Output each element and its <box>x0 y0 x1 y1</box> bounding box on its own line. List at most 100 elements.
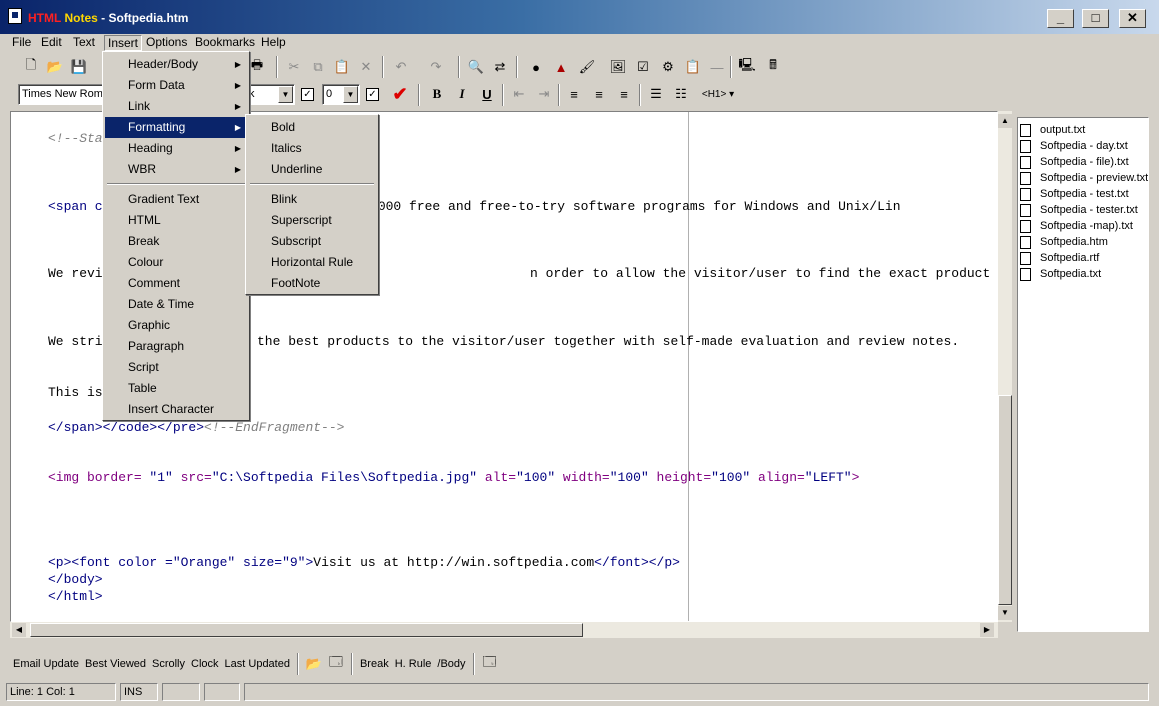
bookmark-pin-icon[interactable]: ● <box>525 56 547 78</box>
tools-icon[interactable]: ⚙ <box>657 56 679 78</box>
list-item[interactable]: output.txt <box>1020 122 1085 138</box>
h-rule-button[interactable]: H. Rule <box>392 658 435 670</box>
list-item[interactable]: Softpedia.rtf <box>1020 250 1099 266</box>
email-update-button[interactable]: Email Update <box>10 658 82 670</box>
color-checkbox[interactable]: ✓ <box>301 88 314 101</box>
font-name-select[interactable]: Times New Roman <box>18 84 104 105</box>
chevron-down-icon[interactable]: ▼ <box>343 86 358 103</box>
italic-button[interactable]: I <box>451 83 473 105</box>
list-item[interactable]: Softpedia.htm <box>1020 234 1108 250</box>
menu-item-blink[interactable]: Blink <box>248 189 376 210</box>
menu-item-date-time[interactable]: Date & Time <box>105 294 247 315</box>
form-icon[interactable]: ☑ <box>632 56 654 78</box>
menu-item-wbr[interactable]: WBR ▶ <box>105 159 247 180</box>
best-viewed-button[interactable]: Best Viewed <box>82 658 149 670</box>
horizontal-scroll-thumb[interactable] <box>30 623 583 637</box>
list-item[interactable]: Softpedia - day.txt <box>1020 138 1128 154</box>
menu-insert[interactable]: Insert <box>104 35 143 51</box>
paste-icon[interactable]: 📋 <box>331 56 353 78</box>
scroll-right-icon[interactable]: ▶ <box>980 623 994 637</box>
find-icon[interactable]: 🔍 <box>465 56 487 78</box>
menu-item-colour[interactable]: Colour <box>105 252 247 273</box>
list-item[interactable]: Softpedia - file).txt <box>1020 154 1129 170</box>
menu-item-break[interactable]: Break <box>105 231 247 252</box>
last-updated-button[interactable]: Last Updated <box>222 658 293 670</box>
align-right-icon[interactable]: ≡ <box>613 83 635 105</box>
menu-item-script[interactable]: Script <box>105 357 247 378</box>
bold-button[interactable]: B <box>426 83 448 105</box>
menu-edit[interactable]: Edit <box>38 35 65 51</box>
apply-font-icon[interactable]: ✔ <box>389 83 411 105</box>
close-button[interactable]: ✕ <box>1119 9 1146 28</box>
menu-item-heading[interactable]: Heading ▶ <box>105 138 247 159</box>
font-color-select[interactable]: k ▼ <box>245 84 295 105</box>
align-center-icon[interactable]: ≡ <box>588 83 610 105</box>
menu-item-subscript[interactable]: Subscript <box>248 231 376 252</box>
open-folder-icon[interactable]: 📂 <box>44 56 66 78</box>
menu-item-gradient-text[interactable]: Gradient Text <box>105 189 247 210</box>
close-body-button[interactable]: /Body <box>434 658 468 670</box>
list-item[interactable]: Softpedia -map).txt <box>1020 218 1133 234</box>
clock-button[interactable]: Clock <box>188 658 222 670</box>
save-icon[interactable]: 💾 <box>68 56 90 78</box>
calculator-icon[interactable]: 🖩 <box>762 56 784 78</box>
scroll-left-icon[interactable]: ◀ <box>12 623 26 637</box>
menu-bookmarks[interactable]: Bookmarks <box>192 35 258 51</box>
menu-file[interactable]: File <box>9 35 34 51</box>
scroll-down-icon[interactable]: ▼ <box>998 606 1012 620</box>
break-button[interactable]: Break <box>357 658 392 670</box>
font-size-select[interactable]: 0 ▼ <box>322 84 360 105</box>
indent-icon[interactable]: ⇥ <box>533 83 555 105</box>
menu-item-link[interactable]: Link ▶ <box>105 96 247 117</box>
image-icon[interactable]: 🖼 <box>607 56 629 78</box>
new-file-icon[interactable]: 🗋 <box>20 56 42 78</box>
list-item[interactable]: Softpedia - test.txt <box>1020 186 1129 202</box>
clipboard-check-icon[interactable]: 📋 <box>682 56 704 78</box>
brush-icon[interactable]: 🖌 <box>576 56 598 78</box>
menu-options[interactable]: Options <box>143 35 190 51</box>
menu-item-graphic[interactable]: Graphic <box>105 315 247 336</box>
menu-item-insert-character[interactable]: Insert Character <box>105 399 247 420</box>
app-icon[interactable] <box>8 8 22 24</box>
vertical-scroll-thumb[interactable] <box>998 395 1012 605</box>
properties-icon[interactable]: 🗔 <box>479 653 501 675</box>
outdent-icon[interactable]: ⇤ <box>508 83 530 105</box>
properties-icon[interactable]: 🗔 <box>325 653 347 675</box>
menu-item-formatting[interactable]: Formatting ▶ <box>105 117 247 138</box>
minimize-button[interactable]: _ <box>1047 9 1074 28</box>
list-item[interactable]: Softpedia - preview.txt <box>1020 170 1148 186</box>
menu-item-italics[interactable]: Italics <box>248 138 376 159</box>
bookmark-clear-icon[interactable]: ▲ <box>550 56 572 78</box>
menu-item-underline[interactable]: Underline <box>248 159 376 180</box>
list-item[interactable]: Softpedia - tester.txt <box>1020 202 1138 218</box>
bullet-list-icon[interactable]: ☷ <box>670 83 692 105</box>
menu-item-superscript[interactable]: Superscript <box>248 210 376 231</box>
size-checkbox[interactable]: ✓ <box>366 88 379 101</box>
scrolly-button[interactable]: Scrolly <box>149 658 188 670</box>
menu-item-form-data[interactable]: Form Data ▶ <box>105 75 247 96</box>
copy-icon[interactable]: ⧉ <box>307 56 329 78</box>
numbered-list-icon[interactable]: ☰ <box>645 83 667 105</box>
menu-item-table[interactable]: Table <box>105 378 247 399</box>
menu-item-comment[interactable]: Comment <box>105 273 247 294</box>
menu-item-paragraph[interactable]: Paragraph <box>105 336 247 357</box>
menu-help[interactable]: Help <box>258 35 289 51</box>
heading-dropdown[interactable]: <H1> ▾ <box>697 86 739 104</box>
underline-button[interactable]: U <box>476 83 498 105</box>
open-folder-icon[interactable]: 📂 <box>303 653 325 675</box>
rule-icon[interactable]: — <box>706 56 728 78</box>
menu-item-horizontal-rule[interactable]: Horizontal Rule <box>248 252 376 273</box>
menu-item-html[interactable]: HTML <box>105 210 247 231</box>
list-item[interactable]: Softpedia.txt <box>1020 266 1101 282</box>
menu-item-header-body[interactable]: Header/Body ▶ <box>105 54 247 75</box>
undo-icon[interactable]: ↶ <box>390 56 412 78</box>
redo-icon[interactable]: ↷ <box>425 56 447 78</box>
align-left-icon[interactable]: ≡ <box>563 83 585 105</box>
menu-item-bold[interactable]: Bold <box>248 117 376 138</box>
cut-icon[interactable]: ✂ <box>283 56 305 78</box>
chevron-down-icon[interactable]: ▼ <box>278 86 293 103</box>
menu-text[interactable]: Text <box>70 35 98 51</box>
browser-preview-icon[interactable]: 🖳 <box>736 56 758 78</box>
replace-icon[interactable]: ⇄ <box>489 56 511 78</box>
delete-icon[interactable]: ✕ <box>355 56 377 78</box>
